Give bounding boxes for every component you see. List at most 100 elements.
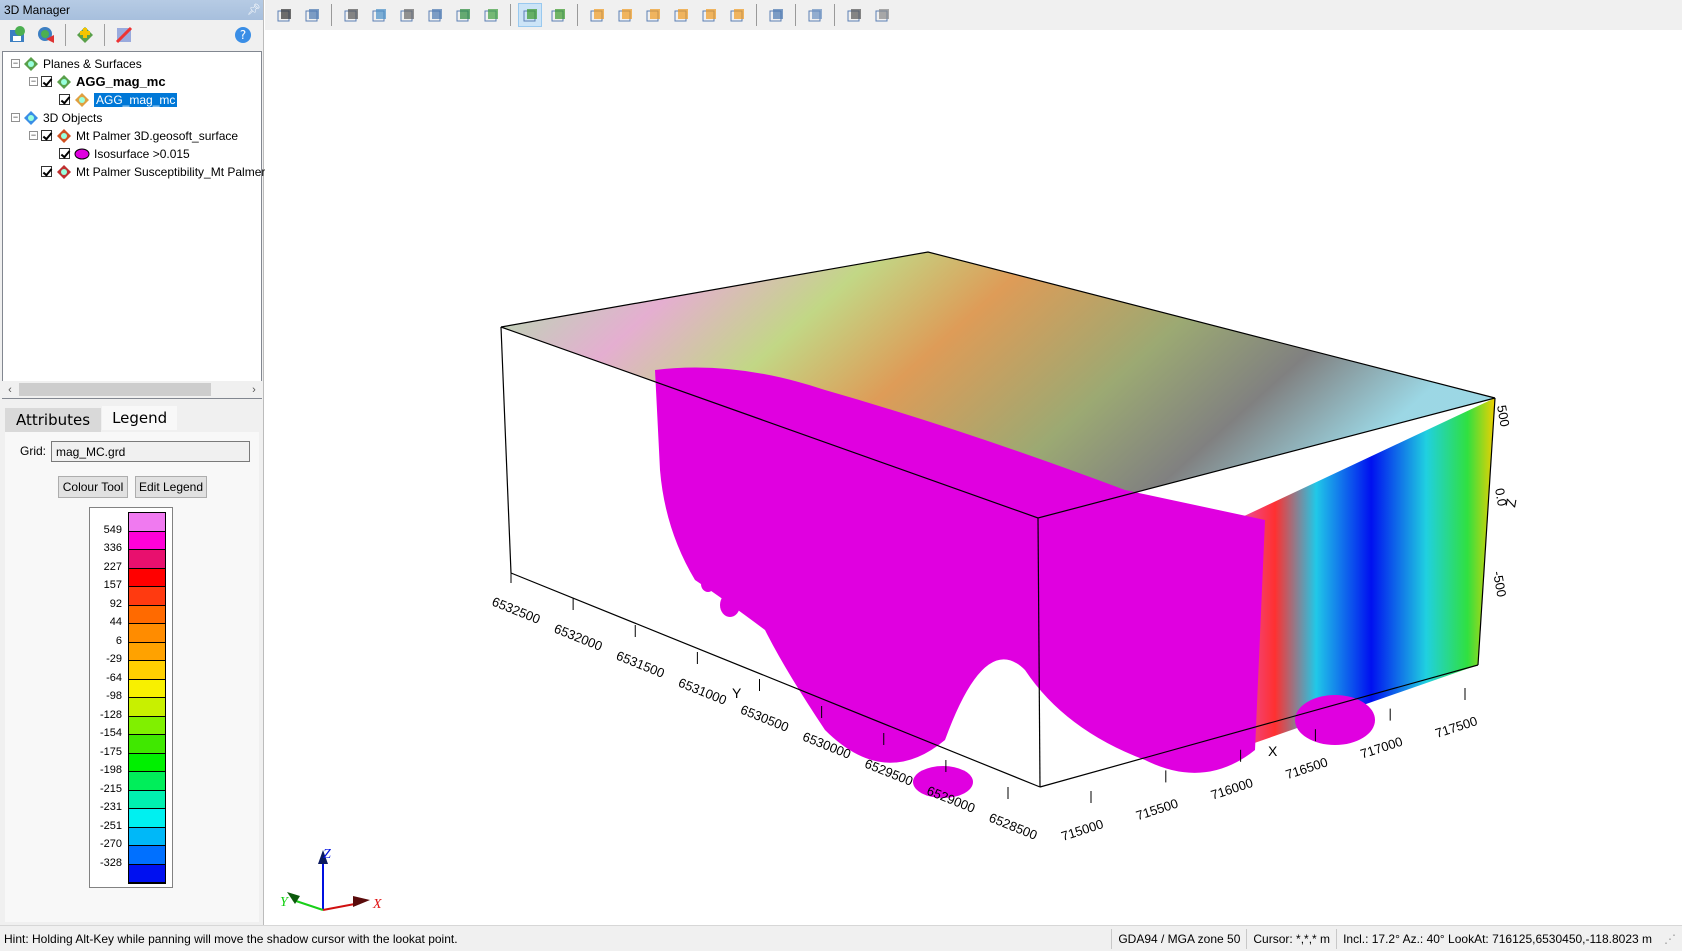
edit-scene-icon[interactable] <box>112 23 136 47</box>
view-top-icon[interactable] <box>697 3 721 27</box>
link-icon[interactable] <box>300 3 324 27</box>
legend-colour-band <box>129 809 165 828</box>
view-back-icon[interactable] <box>613 3 637 27</box>
legend-label: -154 <box>99 727 122 739</box>
render-mode-icon[interactable] <box>518 3 542 27</box>
legend-label: 157 <box>103 579 122 591</box>
tree-item[interactable]: − Mt Palmer 3D.geosoft_surface <box>29 127 238 144</box>
add-plane-icon[interactable] <box>73 23 97 47</box>
camera-icon[interactable] <box>842 3 866 27</box>
scroll-right-icon[interactable]: › <box>246 384 262 396</box>
panel-title: 3D Manager <box>4 3 71 17</box>
tree-horizontal-scrollbar[interactable]: ‹ › <box>2 381 262 398</box>
axis-tick-label: 6532000 <box>552 621 605 654</box>
axis-box-icon[interactable] <box>764 3 788 27</box>
scroll-left-icon[interactable]: ‹ <box>2 384 18 396</box>
grid-icon <box>74 92 90 108</box>
legend-colour-band <box>129 642 165 661</box>
axis-tick-label: 6528500 <box>987 810 1040 843</box>
view-left-icon[interactable] <box>641 3 665 27</box>
legend-colour-band <box>129 846 165 865</box>
3d-scene[interactable]: 6532500653200065315006531000653050065300… <box>265 30 1682 925</box>
fit-extents-icon[interactable] <box>479 3 503 27</box>
colour-tool-button[interactable]: Colour Tool <box>58 476 128 498</box>
tree-item[interactable]: Mt Palmer Susceptibility_Mt Palmer Sus <box>29 163 289 180</box>
zoom-icon[interactable] <box>367 3 391 27</box>
legend-label: -328 <box>99 856 122 869</box>
collapse-toggle[interactable]: − <box>29 77 38 86</box>
open-icon[interactable] <box>34 23 58 47</box>
tree-item[interactable]: − 3D Objects <box>11 109 102 126</box>
legend-colour-band <box>129 772 165 791</box>
globe-icon[interactable] <box>451 3 475 27</box>
3d-viewport[interactable]: 6532500 6532000 6531500 6531000 6530500 65300… <box>265 30 1682 925</box>
view-bottom-icon[interactable] <box>725 3 749 27</box>
legend-colour-band <box>129 679 165 698</box>
tab-legend[interactable]: Legend <box>101 405 179 431</box>
pan-hand-icon[interactable] <box>339 3 363 27</box>
tree-item[interactable]: Isosurface >0.015 <box>47 145 190 162</box>
visibility-checkbox[interactable] <box>41 76 52 87</box>
legend-label: -198 <box>99 764 122 776</box>
triad-y-line <box>292 899 324 911</box>
axis-tick-label: 716000 <box>1209 775 1255 803</box>
legend-colour-band <box>129 661 165 680</box>
axis-tick-label: 6530500 <box>738 702 791 735</box>
grid-field[interactable] <box>51 441 250 462</box>
axis-tick-label: 500 <box>1494 404 1513 428</box>
legend-label: -64 <box>106 671 122 684</box>
tree-item-label: Mt Palmer Susceptibility_Mt Palmer Sus <box>76 164 290 179</box>
collapse-toggle[interactable]: − <box>29 131 38 140</box>
grid-toggle-icon[interactable] <box>870 3 894 27</box>
axis-tick-label: -500 <box>1490 570 1509 598</box>
legend-label: 549 <box>103 523 122 536</box>
tree-item-label: Isosurface >0.015 <box>94 146 190 161</box>
colour-bar <box>128 512 166 884</box>
axis-tick-label: 6531500 <box>614 648 667 681</box>
axis-tick-label: 6531000 <box>676 675 729 708</box>
collapse-toggle[interactable]: − <box>11 59 20 68</box>
toolbar-separator <box>510 4 511 26</box>
hint-text: Hint: Holding Alt-Key while panning will… <box>4 931 458 946</box>
visibility-checkbox[interactable] <box>41 166 52 177</box>
axis-tick-label: 6532500 <box>490 594 543 627</box>
x-axis-label: X <box>1268 743 1278 759</box>
tree-item[interactable]: − AGG_mag_mc <box>29 73 166 90</box>
legend-label: -251 <box>99 819 122 832</box>
legend-label: -215 <box>99 782 122 795</box>
collapse-toggle[interactable]: − <box>11 113 20 122</box>
view-right-icon[interactable] <box>669 3 693 27</box>
save-icon[interactable] <box>6 23 30 47</box>
isosurface-icon <box>74 146 90 162</box>
visibility-checkbox[interactable] <box>41 130 52 141</box>
rotate-icon[interactable] <box>395 3 419 27</box>
panel-title-bar: 3D Manager 📌︎ <box>0 0 263 20</box>
tree-item-label: AGG_mag_mc <box>94 92 178 107</box>
resize-grip-icon[interactable]: ⋰ <box>1658 929 1682 949</box>
view-front-icon[interactable] <box>585 3 609 27</box>
legend-colour-band <box>129 568 165 587</box>
toolbar-separator <box>104 24 105 46</box>
tree-item[interactable]: − Planes & Surfaces <box>11 55 142 72</box>
help-icon[interactable]: ? <box>231 23 255 47</box>
toolbar-separator <box>331 4 332 26</box>
zoom-box-icon[interactable] <box>423 3 447 27</box>
tree-item[interactable]: AGG_mag_mc <box>47 91 178 108</box>
y-axis-label: Y <box>732 685 742 701</box>
objects-icon <box>23 110 39 126</box>
tree-item-label: Mt Palmer 3D.geosoft_surface <box>76 128 239 143</box>
surface-icon <box>56 128 72 144</box>
visibility-checkbox[interactable] <box>59 148 70 159</box>
status-bar: Hint: Holding Alt-Key while panning will… <box>0 925 1682 951</box>
scrollbar-thumb[interactable] <box>19 383 211 396</box>
select-icon[interactable] <box>272 3 296 27</box>
pin-icon[interactable]: 📌︎ <box>247 3 261 16</box>
projection-readout: GDA94 / MGA zone 50 <box>1111 928 1246 949</box>
render-mode-2-icon[interactable] <box>546 3 570 27</box>
tab-attributes[interactable]: Attributes <box>5 408 102 432</box>
edit-legend-button[interactable]: Edit Legend <box>135 476 207 498</box>
plane-icon <box>56 74 72 90</box>
visibility-checkbox[interactable] <box>59 94 70 105</box>
bounding-box-icon[interactable] <box>803 3 827 27</box>
legend-label: 44 <box>109 616 122 628</box>
